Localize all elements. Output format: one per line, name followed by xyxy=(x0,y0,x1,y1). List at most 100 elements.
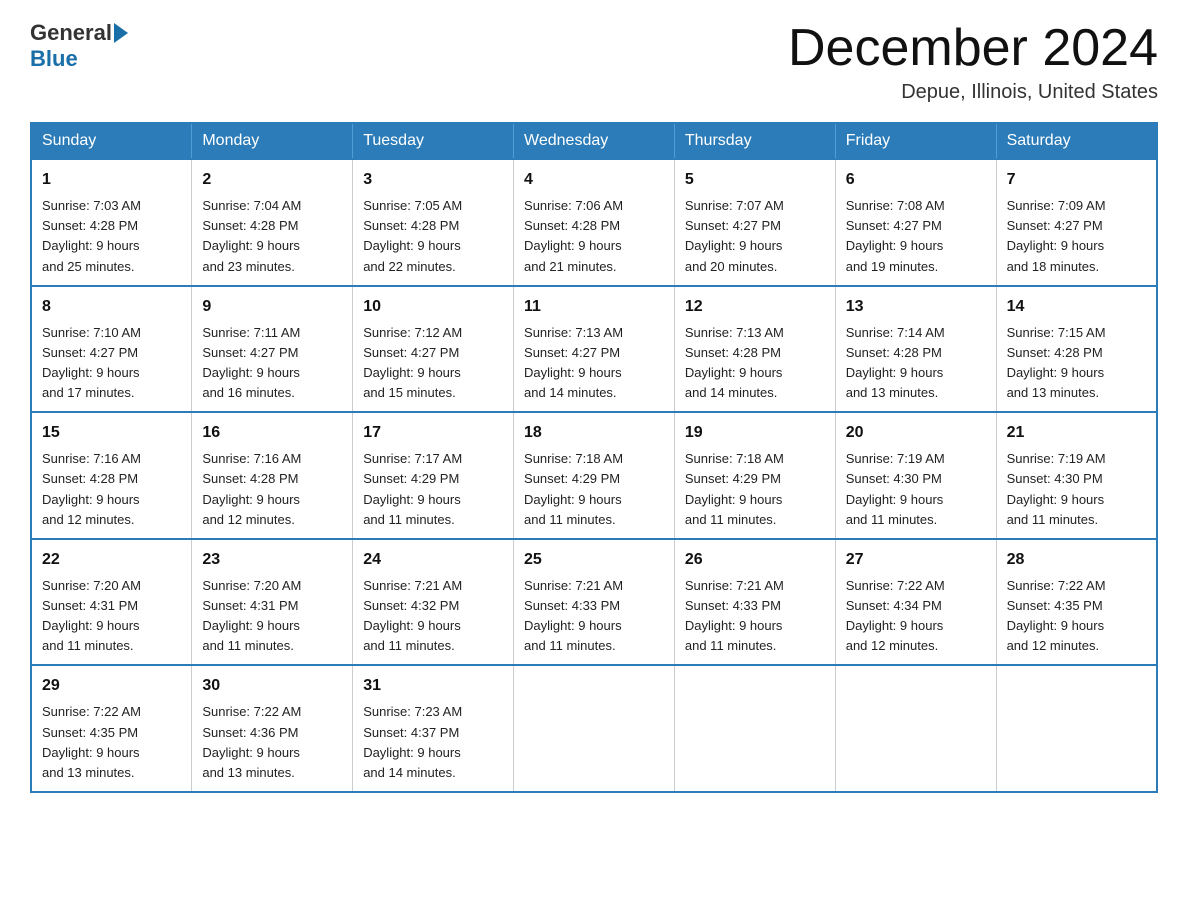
calendar-cell: 24 Sunrise: 7:21 AMSunset: 4:32 PMDayligh… xyxy=(353,539,514,666)
day-number: 4 xyxy=(524,168,664,192)
day-number: 24 xyxy=(363,548,503,572)
day-number: 13 xyxy=(846,295,986,319)
day-info: Sunrise: 7:22 AMSunset: 4:35 PMDaylight:… xyxy=(1007,576,1146,657)
day-info: Sunrise: 7:22 AMSunset: 4:36 PMDaylight:… xyxy=(202,702,342,783)
calendar-cell: 28 Sunrise: 7:22 AMSunset: 4:35 PMDayligh… xyxy=(996,539,1157,666)
day-number: 6 xyxy=(846,168,986,192)
day-info: Sunrise: 7:15 AMSunset: 4:28 PMDaylight:… xyxy=(1007,323,1146,404)
weekday-header-wednesday: Wednesday xyxy=(514,123,675,159)
day-info: Sunrise: 7:18 AMSunset: 4:29 PMDaylight:… xyxy=(685,449,825,530)
calendar-week-1: 1 Sunrise: 7:03 AMSunset: 4:28 PMDaylight… xyxy=(31,159,1157,286)
day-number: 2 xyxy=(202,168,342,192)
day-info: Sunrise: 7:07 AMSunset: 4:27 PMDaylight:… xyxy=(685,196,825,277)
calendar-table: SundayMondayTuesdayWednesdayThursdayFrid… xyxy=(30,122,1158,793)
location-title: Depue, Illinois, United States xyxy=(788,81,1158,104)
calendar-cell: 14 Sunrise: 7:15 AMSunset: 4:28 PMDayligh… xyxy=(996,286,1157,413)
calendar-cell: 20Sunrise: 7:19 AMSunset: 4:30 PMDayligh… xyxy=(835,412,996,539)
day-info: Sunrise: 7:16 AMSunset: 4:28 PMDaylight:… xyxy=(42,449,181,530)
title-area: December 2024 Depue, Illinois, United St… xyxy=(788,20,1158,104)
day-number: 7 xyxy=(1007,168,1146,192)
weekday-header-sunday: Sunday xyxy=(31,123,192,159)
logo-blue-text: Blue xyxy=(30,46,78,71)
day-info: Sunrise: 7:19 AMSunset: 4:30 PMDaylight:… xyxy=(1007,449,1146,530)
logo: General Blue xyxy=(30,20,130,72)
calendar-cell: 4 Sunrise: 7:06 AMSunset: 4:28 PMDaylight… xyxy=(514,159,675,286)
calendar-body: 1 Sunrise: 7:03 AMSunset: 4:28 PMDaylight… xyxy=(31,159,1157,792)
day-info: Sunrise: 7:12 AMSunset: 4:27 PMDaylight:… xyxy=(363,323,503,404)
day-info: Sunrise: 7:13 AMSunset: 4:27 PMDaylight:… xyxy=(524,323,664,404)
day-number: 16 xyxy=(202,421,342,445)
calendar-week-4: 22 Sunrise: 7:20 AMSunset: 4:31 PMDayligh… xyxy=(31,539,1157,666)
day-info: Sunrise: 7:21 AMSunset: 4:33 PMDaylight:… xyxy=(524,576,664,657)
calendar-cell xyxy=(996,665,1157,792)
day-number: 21 xyxy=(1007,421,1146,445)
day-info: Sunrise: 7:20 AMSunset: 4:31 PMDaylight:… xyxy=(42,576,181,657)
day-number: 14 xyxy=(1007,295,1146,319)
day-number: 31 xyxy=(363,674,503,698)
calendar-cell: 30Sunrise: 7:22 AMSunset: 4:36 PMDayligh… xyxy=(192,665,353,792)
calendar-cell: 10Sunrise: 7:12 AMSunset: 4:27 PMDayligh… xyxy=(353,286,514,413)
day-number: 5 xyxy=(685,168,825,192)
day-number: 17 xyxy=(363,421,503,445)
day-info: Sunrise: 7:05 AMSunset: 4:28 PMDaylight:… xyxy=(363,196,503,277)
day-info: Sunrise: 7:13 AMSunset: 4:28 PMDaylight:… xyxy=(685,323,825,404)
day-number: 22 xyxy=(42,548,181,572)
calendar-week-3: 15Sunrise: 7:16 AMSunset: 4:28 PMDayligh… xyxy=(31,412,1157,539)
calendar-cell: 26 Sunrise: 7:21 AMSunset: 4:33 PMDayligh… xyxy=(674,539,835,666)
page-header: General Blue December 2024 Depue, Illino… xyxy=(30,20,1158,104)
calendar-cell: 5 Sunrise: 7:07 AMSunset: 4:27 PMDaylight… xyxy=(674,159,835,286)
day-info: Sunrise: 7:06 AMSunset: 4:28 PMDaylight:… xyxy=(524,196,664,277)
calendar-cell: 13 Sunrise: 7:14 AMSunset: 4:28 PMDayligh… xyxy=(835,286,996,413)
day-number: 28 xyxy=(1007,548,1146,572)
day-number: 25 xyxy=(524,548,664,572)
calendar-cell: 18 Sunrise: 7:18 AMSunset: 4:29 PMDayligh… xyxy=(514,412,675,539)
calendar-cell xyxy=(674,665,835,792)
calendar-cell xyxy=(835,665,996,792)
calendar-header: SundayMondayTuesdayWednesdayThursdayFrid… xyxy=(31,123,1157,159)
day-number: 18 xyxy=(524,421,664,445)
calendar-week-2: 8Sunrise: 7:10 AMSunset: 4:27 PMDaylight… xyxy=(31,286,1157,413)
weekday-header-saturday: Saturday xyxy=(996,123,1157,159)
day-number: 19 xyxy=(685,421,825,445)
day-info: Sunrise: 7:14 AMSunset: 4:28 PMDaylight:… xyxy=(846,323,986,404)
day-info: Sunrise: 7:17 AMSunset: 4:29 PMDaylight:… xyxy=(363,449,503,530)
day-info: Sunrise: 7:20 AMSunset: 4:31 PMDaylight:… xyxy=(202,576,342,657)
day-info: Sunrise: 7:04 AMSunset: 4:28 PMDaylight:… xyxy=(202,196,342,277)
day-number: 27 xyxy=(846,548,986,572)
calendar-cell xyxy=(514,665,675,792)
day-number: 1 xyxy=(42,168,181,192)
calendar-cell: 22 Sunrise: 7:20 AMSunset: 4:31 PMDayligh… xyxy=(31,539,192,666)
calendar-cell: 12 Sunrise: 7:13 AMSunset: 4:28 PMDayligh… xyxy=(674,286,835,413)
day-number: 20 xyxy=(846,421,986,445)
day-info: Sunrise: 7:22 AMSunset: 4:34 PMDaylight:… xyxy=(846,576,986,657)
calendar-cell: 11 Sunrise: 7:13 AMSunset: 4:27 PMDayligh… xyxy=(514,286,675,413)
day-number: 29 xyxy=(42,674,181,698)
day-number: 11 xyxy=(524,295,664,319)
day-info: Sunrise: 7:21 AMSunset: 4:32 PMDaylight:… xyxy=(363,576,503,657)
day-info: Sunrise: 7:03 AMSunset: 4:28 PMDaylight:… xyxy=(42,196,181,277)
calendar-cell: 7 Sunrise: 7:09 AMSunset: 4:27 PMDaylight… xyxy=(996,159,1157,286)
weekday-header-monday: Monday xyxy=(192,123,353,159)
calendar-cell: 29Sunrise: 7:22 AMSunset: 4:35 PMDayligh… xyxy=(31,665,192,792)
calendar-cell: 21 Sunrise: 7:19 AMSunset: 4:30 PMDayligh… xyxy=(996,412,1157,539)
day-number: 23 xyxy=(202,548,342,572)
weekday-header-tuesday: Tuesday xyxy=(353,123,514,159)
calendar-cell: 6 Sunrise: 7:08 AMSunset: 4:27 PMDaylight… xyxy=(835,159,996,286)
logo-general-text: General xyxy=(30,20,112,46)
day-number: 12 xyxy=(685,295,825,319)
day-number: 3 xyxy=(363,168,503,192)
day-info: Sunrise: 7:11 AMSunset: 4:27 PMDaylight:… xyxy=(202,323,342,404)
calendar-week-5: 29Sunrise: 7:22 AMSunset: 4:35 PMDayligh… xyxy=(31,665,1157,792)
day-info: Sunrise: 7:09 AMSunset: 4:27 PMDaylight:… xyxy=(1007,196,1146,277)
day-number: 9 xyxy=(202,295,342,319)
day-number: 26 xyxy=(685,548,825,572)
day-info: Sunrise: 7:18 AMSunset: 4:29 PMDaylight:… xyxy=(524,449,664,530)
calendar-cell: 27 Sunrise: 7:22 AMSunset: 4:34 PMDayligh… xyxy=(835,539,996,666)
day-info: Sunrise: 7:21 AMSunset: 4:33 PMDaylight:… xyxy=(685,576,825,657)
calendar-cell: 15Sunrise: 7:16 AMSunset: 4:28 PMDayligh… xyxy=(31,412,192,539)
logo-arrow-icon xyxy=(114,23,128,43)
calendar-cell: 17 Sunrise: 7:17 AMSunset: 4:29 PMDayligh… xyxy=(353,412,514,539)
day-info: Sunrise: 7:08 AMSunset: 4:27 PMDaylight:… xyxy=(846,196,986,277)
calendar-cell: 9 Sunrise: 7:11 AMSunset: 4:27 PMDaylight… xyxy=(192,286,353,413)
calendar-cell: 31Sunrise: 7:23 AMSunset: 4:37 PMDayligh… xyxy=(353,665,514,792)
